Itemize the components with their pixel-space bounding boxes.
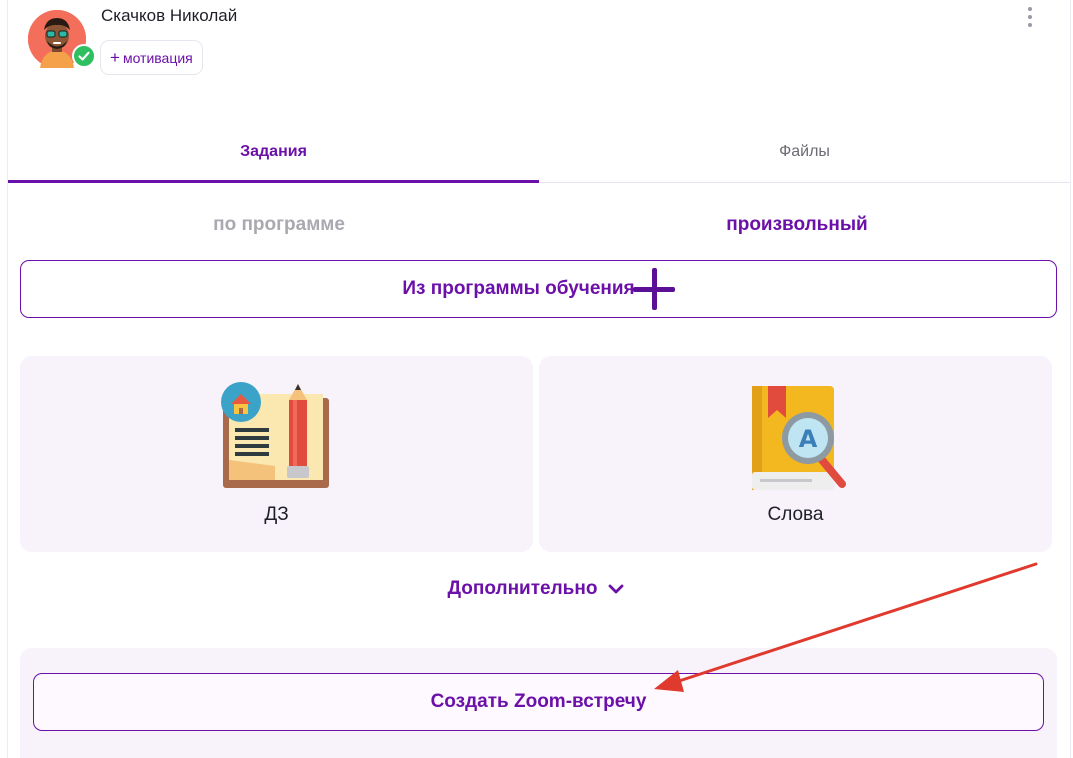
motivation-label: мотивация [122, 49, 193, 66]
plus-icon [632, 268, 675, 310]
homework-book-icon [220, 382, 329, 488]
create-zoom-meeting-button[interactable]: Создать Zoom-встречу [33, 673, 1044, 731]
subtab-custom[interactable]: произвольный [538, 206, 1056, 244]
plus-icon: + [110, 48, 120, 67]
additional-label: Дополнительно [447, 578, 598, 599]
add-motivation-button[interactable]: + мотивация [100, 40, 203, 75]
words-label: Слова [767, 504, 824, 525]
more-options-icon[interactable] [1024, 6, 1036, 28]
homework-label: ДЗ [264, 504, 289, 525]
homework-card[interactable]: ДЗ [20, 356, 533, 552]
subtab-by-program[interactable]: по программе [20, 206, 538, 244]
tab-tasks[interactable]: Задания [8, 122, 539, 183]
additional-toggle[interactable]: Дополнительно [0, 575, 1073, 603]
words-card[interactable]: A Слова [539, 356, 1052, 552]
user-name: Скачков Николай [101, 6, 238, 25]
verified-check-icon [72, 44, 96, 68]
chevron-down-icon [609, 584, 624, 594]
from-program-button[interactable]: Из программы обучения [20, 260, 1057, 318]
zoom-button-label: Создать Zoom-встречу [430, 691, 647, 712]
main-tabs: Задания Файлы [8, 122, 1070, 183]
dictionary-search-icon: A [751, 386, 846, 490]
task-type-tabs: по программе произвольный [20, 206, 1056, 244]
svg-text:A: A [798, 425, 817, 453]
tab-files[interactable]: Файлы [539, 122, 1070, 182]
from-program-label: Из программы обучения [402, 278, 635, 299]
